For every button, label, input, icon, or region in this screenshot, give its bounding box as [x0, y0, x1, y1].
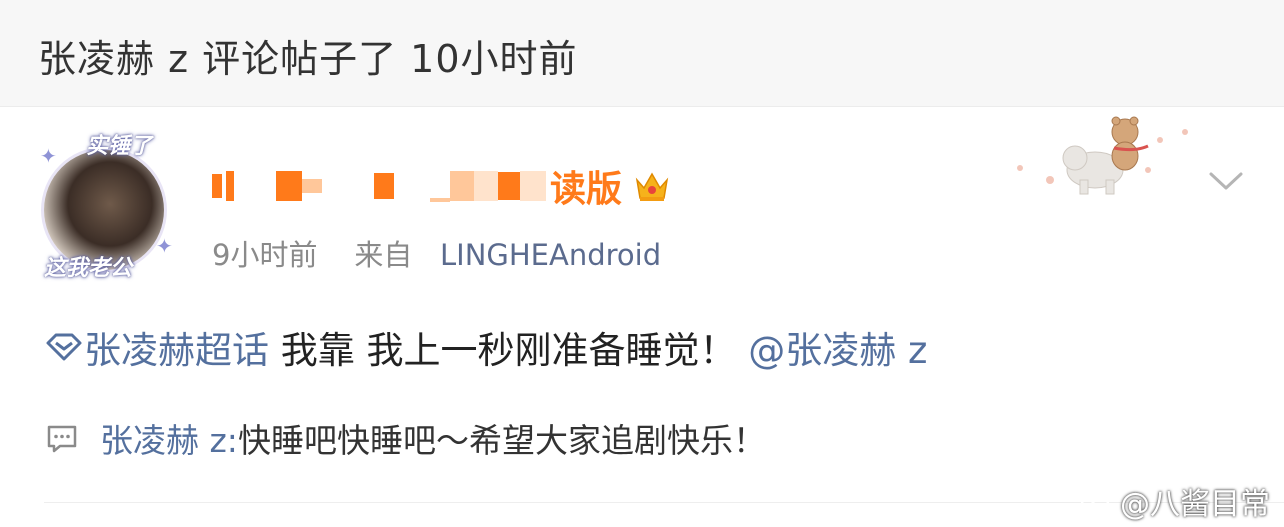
watermark: @八酱目常: [1080, 479, 1270, 523]
sparkle-icon: ✦: [156, 234, 173, 258]
super-topic-diamond-icon: [46, 333, 82, 361]
notification-header: 张凌赫 z 评论帖子了 10小时前: [0, 0, 1284, 107]
avatar-tag-bottom: 这我老公: [44, 255, 133, 281]
username-redacted: [212, 162, 546, 210]
post-source[interactable]: LINGHEAndroid: [440, 238, 661, 272]
mention-link[interactable]: @张凌赫 z: [748, 320, 927, 374]
username-row[interactable]: 读版: [212, 158, 672, 214]
watermark-text: @八酱目常: [1120, 487, 1270, 522]
super-topic-label: 张凌赫超话: [84, 329, 269, 372]
sparkle-icon: ✦: [40, 144, 57, 168]
comment-author[interactable]: 张凌赫 z:: [100, 414, 238, 462]
post-time: 9小时前: [212, 238, 318, 272]
avatar-tag-top: 实锤了: [86, 133, 153, 159]
comment-text: 快睡吧快睡吧～希望大家追剧快乐！: [237, 421, 766, 460]
chevron-down-icon[interactable]: [1206, 166, 1246, 196]
post-meta: 9小时前 来自 LINGHEAndroid: [212, 232, 661, 274]
avatar[interactable]: ✦ ✦ 实锤了 这我老公: [40, 130, 173, 281]
crown-badge-icon[interactable]: [632, 166, 672, 206]
notification-text: 张凌赫 z 评论帖子了 10小时前: [38, 37, 578, 81]
comment-bubble-icon: [47, 425, 77, 453]
post-content: 我靠 我上一秒刚准备睡觉！: [280, 329, 737, 372]
weibo-logo-icon: [1080, 490, 1112, 515]
decoration-bear-icon: [1010, 110, 1200, 210]
super-topic-link[interactable]: 张凌赫超话: [44, 320, 269, 374]
comment-row[interactable]: 张凌赫 z: 快睡吧快睡吧～希望大家追剧快乐！: [44, 414, 766, 462]
username-suffix: 读版: [550, 169, 623, 210]
post-body: 张凌赫超话 我靠 我上一秒刚准备睡觉！ @张凌赫 z: [44, 320, 927, 374]
source-prefix: 来自: [354, 238, 413, 272]
